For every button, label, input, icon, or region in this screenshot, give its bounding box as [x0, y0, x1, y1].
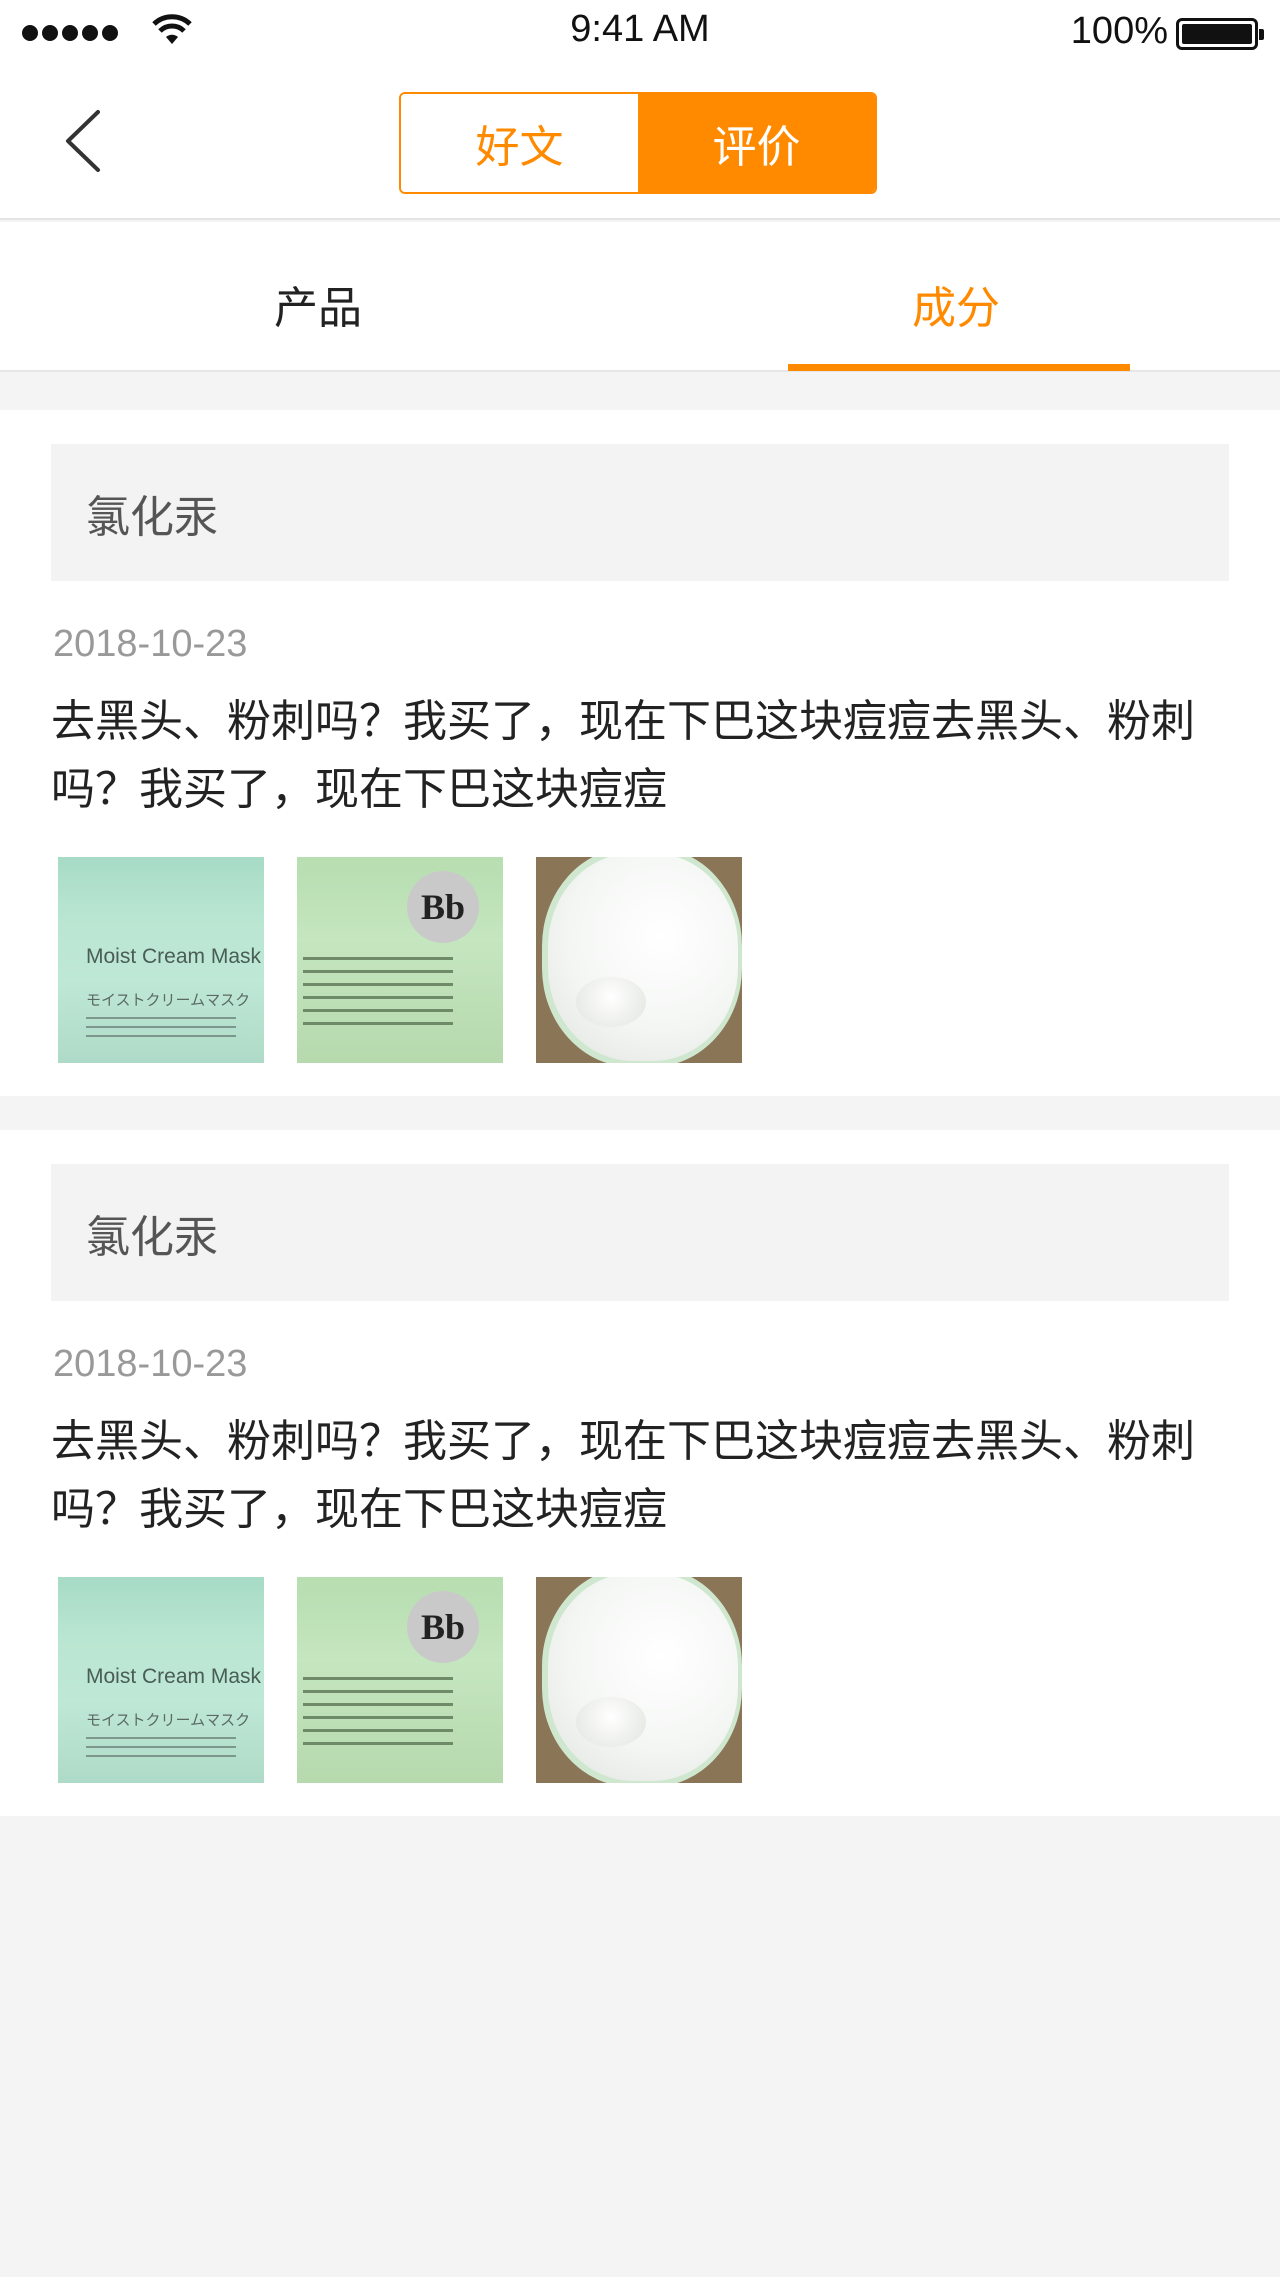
sub-tab-bar: 产品 成分: [0, 222, 1280, 372]
review-images: Moist Cream Mask Pro. モイストクリームマスク Bb: [58, 857, 742, 1063]
review-date: 2018-10-23: [53, 1343, 248, 1385]
battery-icon: [1176, 18, 1264, 50]
review-text: 去黑头、粉刺吗？我买了，现在下巴这块痘痘去黑头、粉刺吗？我买了，现在下巴这块痘痘: [51, 1416, 1195, 1535]
segment-articles[interactable]: 好文: [401, 94, 638, 192]
review-images: Moist Cream Mask Pro. モイストクリームマスク Bb: [58, 1577, 742, 1783]
brand-logo: Bb: [407, 871, 479, 943]
image-caption-jp: モイストクリームマスク: [86, 1712, 251, 1729]
ingredient-header[interactable]: 氯化汞: [51, 1164, 1229, 1301]
segmented-control: 好文 评价: [399, 92, 877, 194]
review-image[interactable]: Bb: [297, 1577, 503, 1783]
tab-ingredient[interactable]: 成分: [912, 272, 1000, 336]
back-arrow-icon[interactable]: [60, 106, 110, 176]
tab-product[interactable]: 产品: [274, 272, 362, 336]
navigation-bar: 好文 评价: [0, 66, 1280, 220]
review-card[interactable]: 氯化汞 2018-10-23 去黑头、粉刺吗？我买了，现在下巴这块痘痘去黑头、粉…: [0, 1130, 1280, 1816]
image-caption-jp: モイストクリームマスク: [86, 992, 251, 1009]
review-image[interactable]: Moist Cream Mask Pro. モイストクリームマスク: [58, 1577, 264, 1783]
review-image[interactable]: Bb: [297, 857, 503, 1063]
review-image[interactable]: [536, 1577, 742, 1783]
active-tab-indicator: [788, 364, 1130, 371]
brand-logo: Bb: [407, 1591, 479, 1663]
review-text: 去黑头、粉刺吗？我买了，现在下巴这块痘痘去黑头、粉刺吗？我买了，现在下巴这块痘痘: [51, 696, 1195, 815]
review-date: 2018-10-23: [53, 623, 248, 665]
review-image[interactable]: Moist Cream Mask Pro. モイストクリームマスク: [58, 857, 264, 1063]
image-caption: Moist Cream Mask Pro.: [86, 1665, 264, 1688]
review-image[interactable]: [536, 857, 742, 1063]
image-caption: Moist Cream Mask Pro.: [86, 945, 264, 968]
status-bar: 9:41 AM 100%: [0, 0, 1280, 66]
review-card[interactable]: 氯化汞 2018-10-23 去黑头、粉刺吗？我买了，现在下巴这块痘痘去黑头、粉…: [0, 410, 1280, 1096]
segment-reviews[interactable]: 评价: [638, 94, 875, 192]
ingredient-header[interactable]: 氯化汞: [51, 444, 1229, 581]
battery-percentage: 100%: [1070, 10, 1168, 52]
